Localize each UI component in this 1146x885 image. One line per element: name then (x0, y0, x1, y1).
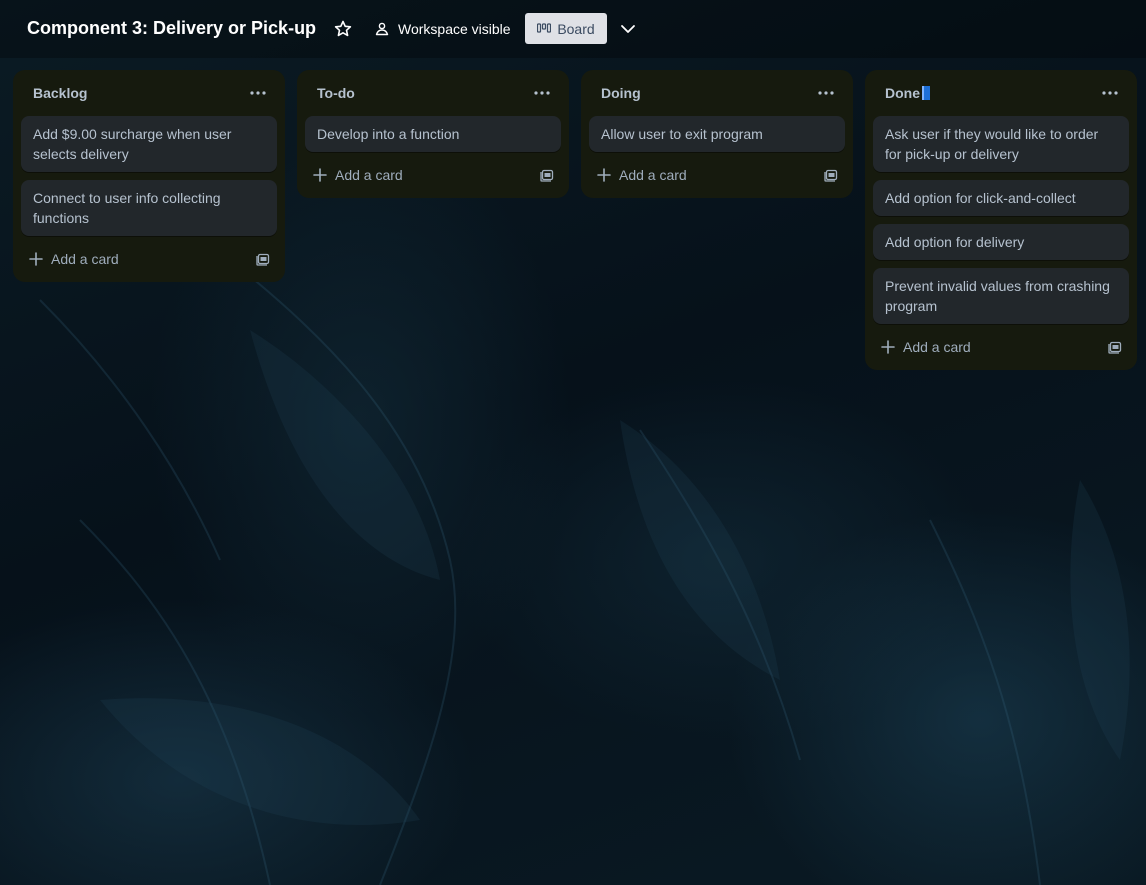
list-header[interactable]: To-do (305, 70, 561, 116)
list-title[interactable]: Doing (601, 85, 641, 101)
card[interactable]: Add $9.00 surcharge when user selects de… (21, 116, 277, 172)
more-horizontal-icon (1102, 91, 1118, 95)
list-actions-button[interactable] (1097, 80, 1123, 106)
list-title-marker (922, 86, 930, 100)
more-horizontal-icon (250, 91, 266, 95)
create-from-template-button[interactable] (537, 165, 557, 185)
board-view-label: Board (557, 20, 595, 37)
workspace-visibility-button[interactable]: Workspace visible (374, 17, 511, 41)
board-title[interactable]: Component 3: Delivery or Pick-up (27, 18, 316, 39)
workspace-visibility-label: Workspace visible (398, 21, 511, 37)
card[interactable]: Add option for click-and-collect (873, 180, 1129, 216)
add-card-label: Add a card (335, 167, 403, 183)
board-view-button[interactable]: Board (525, 13, 607, 44)
list-title[interactable]: Done (885, 85, 930, 101)
chevron-down-icon (621, 25, 635, 33)
list-header[interactable]: Backlog (21, 70, 277, 116)
star-button[interactable] (333, 19, 353, 39)
list-actions-button[interactable] (245, 80, 271, 106)
more-horizontal-icon (534, 91, 550, 95)
list-done: Done Ask user if they would like to orde… (865, 70, 1137, 370)
list-title-text: Done (885, 85, 920, 101)
create-from-template-button[interactable] (821, 165, 841, 185)
template-icon (1108, 341, 1122, 354)
list-header[interactable]: Done (873, 70, 1129, 116)
list-backlog: Backlog Add $9.00 surcharge when user se… (13, 70, 285, 282)
template-icon (540, 169, 554, 182)
board-view-icon (537, 22, 552, 33)
add-card-button[interactable]: Add a card (313, 167, 403, 183)
card[interactable]: Add option for delivery (873, 224, 1129, 260)
add-card-label: Add a card (619, 167, 687, 183)
add-card-button[interactable]: Add a card (597, 167, 687, 183)
template-icon (824, 169, 838, 182)
plus-icon (29, 252, 43, 266)
list-doing: Doing Allow user to exit program Add a c… (581, 70, 853, 198)
list-actions-button[interactable] (813, 80, 839, 106)
star-icon (334, 20, 352, 37)
list-title[interactable]: To-do (317, 85, 355, 101)
add-card-button[interactable]: Add a card (881, 339, 971, 355)
people-icon (375, 22, 389, 36)
list-header[interactable]: Doing (589, 70, 845, 116)
card[interactable]: Develop into a function (305, 116, 561, 152)
add-card-button[interactable]: Add a card (29, 251, 119, 267)
add-card-label: Add a card (903, 339, 971, 355)
template-icon (256, 253, 270, 266)
card[interactable]: Connect to user info collecting function… (21, 180, 277, 236)
plus-icon (597, 168, 611, 182)
create-from-template-button[interactable] (253, 249, 273, 269)
create-from-template-button[interactable] (1105, 337, 1125, 357)
plus-icon (313, 168, 327, 182)
more-horizontal-icon (818, 91, 834, 95)
card[interactable]: Allow user to exit program (589, 116, 845, 152)
list-actions-button[interactable] (529, 80, 555, 106)
card[interactable]: Ask user if they would like to order for… (873, 116, 1129, 172)
list-title[interactable]: Backlog (33, 85, 87, 101)
board-header: Component 3: Delivery or Pick-up Workspa… (0, 0, 1146, 58)
plus-icon (881, 340, 895, 354)
view-switcher-button[interactable] (618, 19, 638, 39)
add-card-label: Add a card (51, 251, 119, 267)
list-to-do: To-do Develop into a function Add a card (297, 70, 569, 198)
card[interactable]: Prevent invalid values from crashing pro… (873, 268, 1129, 324)
